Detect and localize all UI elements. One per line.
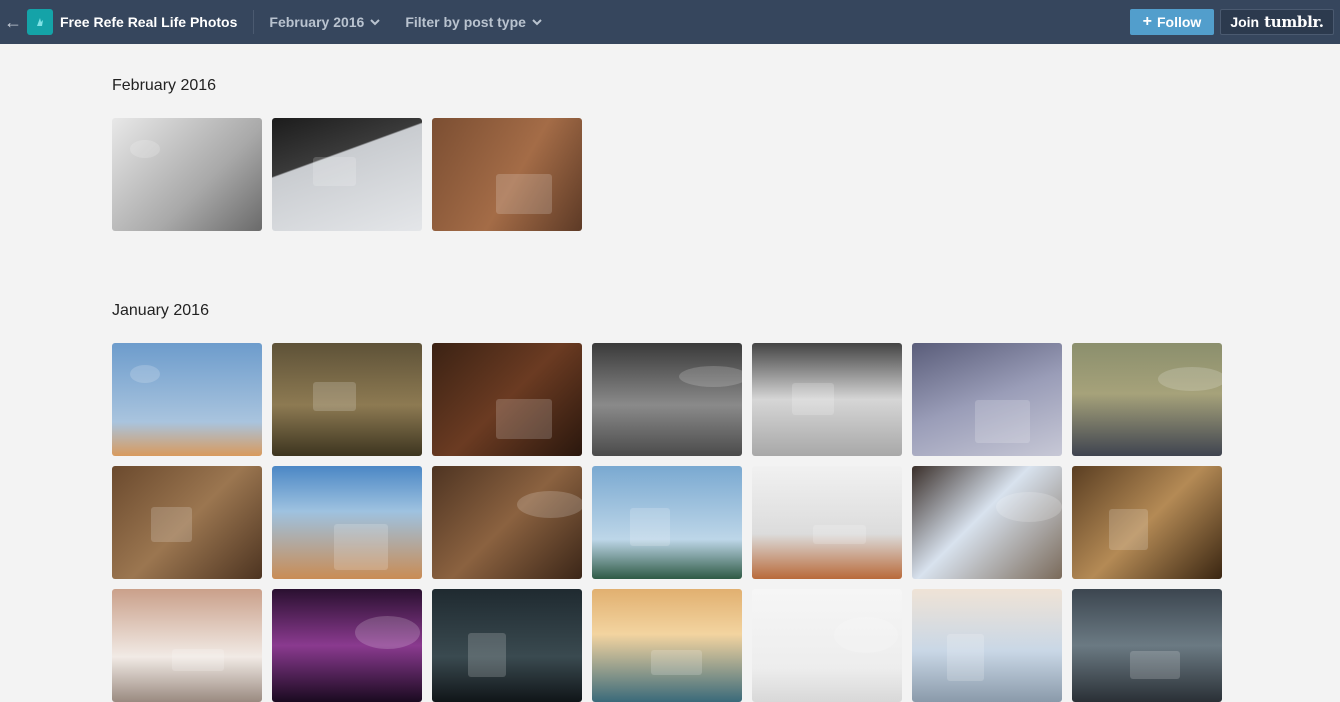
photo-content: [468, 633, 506, 677]
photo-thumbnail[interactable]: [752, 343, 902, 456]
chevron-down-icon: [532, 19, 542, 26]
photo-content: [151, 507, 192, 542]
photo-thumbnail[interactable]: [1072, 343, 1222, 456]
photo-content: [1158, 367, 1222, 391]
photo-content: [496, 174, 552, 214]
photo-content: [130, 365, 160, 383]
photo-thumbnail[interactable]: [1072, 466, 1222, 579]
photo-thumbnail[interactable]: [112, 589, 262, 702]
photo-thumbnail[interactable]: [592, 589, 742, 702]
photo-content: [834, 617, 898, 653]
join-label: Join: [1230, 14, 1260, 30]
photo-thumbnail[interactable]: [432, 118, 582, 231]
photo-thumbnail[interactable]: [112, 343, 262, 456]
photo-content: [792, 383, 834, 415]
blog-title[interactable]: Free Refe Real Life Photos: [60, 14, 237, 30]
photo-grid-february-2016: [112, 118, 1222, 231]
section-title-january-2016: January 2016: [112, 302, 209, 319]
blog-avatar[interactable]: [27, 9, 53, 35]
photo-content: [517, 491, 582, 518]
photo-content: [1130, 651, 1180, 679]
photo-thumbnail[interactable]: [272, 466, 422, 579]
photo-thumbnail[interactable]: [912, 343, 1062, 456]
month-filter-dropdown[interactable]: February 2016: [269, 14, 381, 30]
photo-content: [313, 157, 356, 186]
chevron-down-icon: [370, 19, 381, 26]
photo-content: [630, 508, 670, 546]
post-type-filter-label: Filter by post type: [405, 14, 526, 30]
photo-content: [172, 649, 224, 671]
follow-button[interactable]: + Follow: [1130, 9, 1214, 35]
photo-thumbnail[interactable]: [912, 466, 1062, 579]
photo-thumbnail[interactable]: [592, 343, 742, 456]
photo-thumbnail[interactable]: [112, 466, 262, 579]
photo-content: [996, 492, 1062, 522]
blog-logo-icon: [37, 18, 43, 26]
photo-content: [975, 400, 1030, 443]
photo-thumbnail[interactable]: [752, 589, 902, 702]
photo-content: [679, 366, 742, 387]
photo-thumbnail[interactable]: [112, 118, 262, 231]
photo-thumbnail[interactable]: [752, 466, 902, 579]
photo-content: [313, 382, 356, 411]
photo-thumbnail[interactable]: [912, 589, 1062, 702]
tumblr-wordmark: tumblr.: [1264, 13, 1324, 31]
back-arrow-icon[interactable]: ←: [0, 0, 26, 44]
section-title-february-2016: February 2016: [112, 77, 217, 94]
photo-content: [1109, 509, 1148, 550]
join-tumblr-button[interactable]: Join tumblr.: [1220, 9, 1334, 35]
photo-content: [130, 140, 160, 158]
post-type-filter-dropdown[interactable]: Filter by post type: [405, 14, 543, 30]
photo-grid-january-2016: [112, 343, 1222, 702]
photo-thumbnail[interactable]: [432, 466, 582, 579]
follow-label: Follow: [1157, 14, 1202, 30]
photo-thumbnail[interactable]: [272, 589, 422, 702]
divider: [253, 10, 255, 34]
plus-icon: +: [1142, 13, 1152, 30]
photo-thumbnail[interactable]: [432, 589, 582, 702]
month-filter-label: February 2016: [269, 14, 365, 30]
photo-content: [334, 524, 388, 570]
photo-thumbnail[interactable]: [272, 343, 422, 456]
photo-content: [355, 616, 420, 649]
photo-thumbnail[interactable]: [592, 466, 742, 579]
photo-thumbnail[interactable]: [432, 343, 582, 456]
photo-content: [496, 399, 552, 439]
photo-content: [651, 650, 702, 675]
photo-content: [813, 525, 866, 544]
photo-thumbnail[interactable]: [1072, 589, 1222, 702]
photo-thumbnail[interactable]: [272, 118, 422, 231]
top-navigation-bar: ← Free Refe Real Life Photos February 20…: [0, 0, 1340, 44]
photo-content: [947, 634, 984, 681]
